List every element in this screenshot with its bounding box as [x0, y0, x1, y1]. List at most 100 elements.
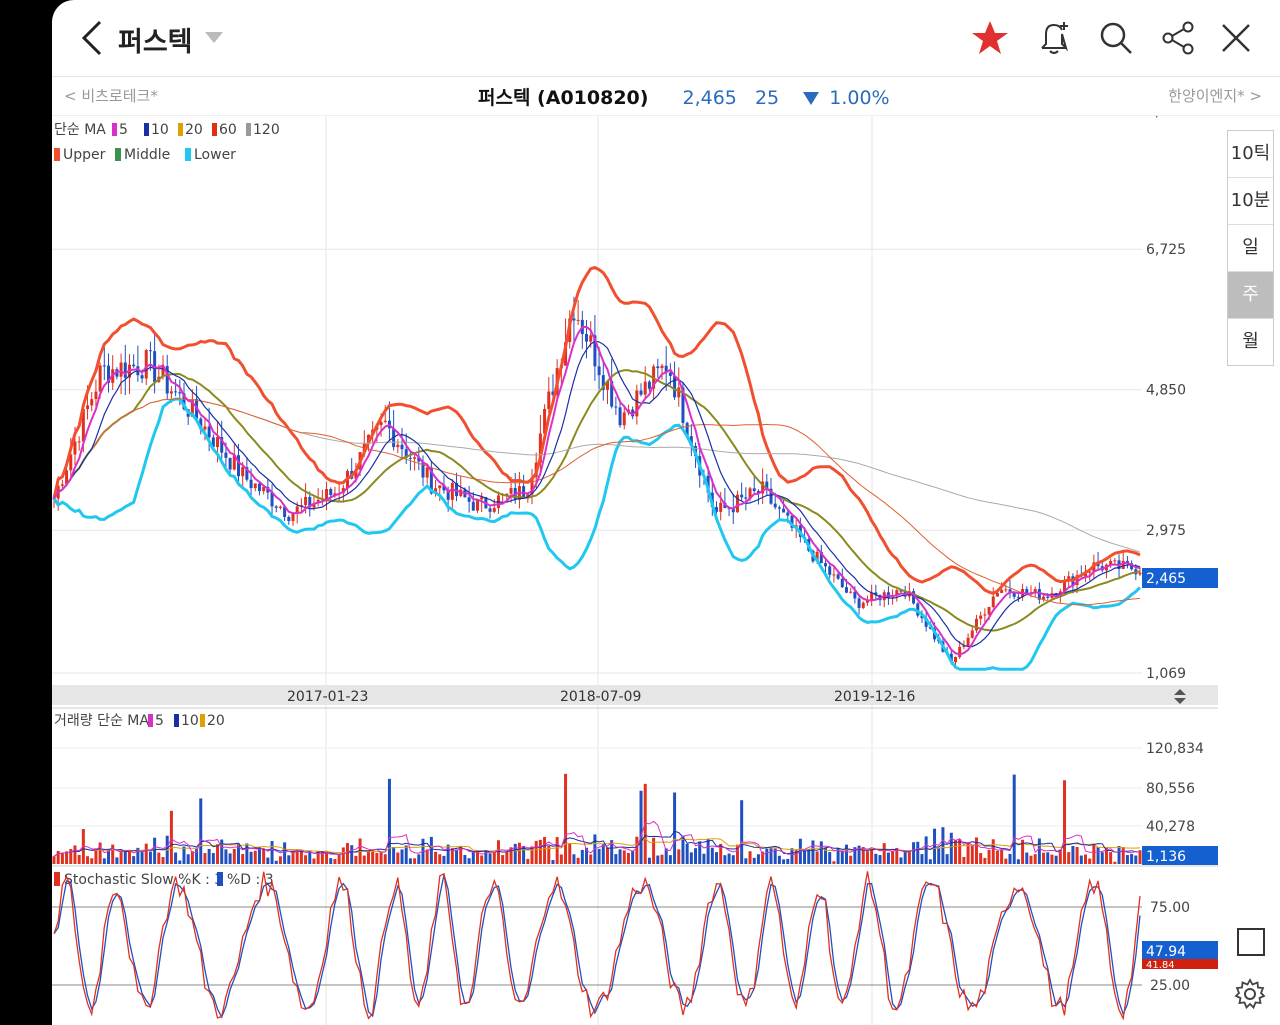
volume-bar	[337, 854, 341, 864]
volume-bar	[1000, 849, 1004, 864]
volume-bar	[480, 855, 484, 864]
candle-body	[408, 457, 412, 459]
volume-bar	[174, 852, 178, 864]
period-button-0[interactable]: 10틱	[1228, 131, 1273, 178]
candle-body	[178, 392, 182, 394]
period-button-1[interactable]: 10분	[1228, 178, 1273, 225]
candle-body	[991, 596, 995, 608]
volume-bar	[677, 849, 681, 864]
period-button-3[interactable]: 주	[1228, 272, 1273, 319]
volume-bar	[1092, 844, 1096, 864]
candle-body	[253, 483, 257, 489]
volume-bar	[660, 854, 664, 864]
volume-bar	[819, 841, 823, 864]
volume-bar	[207, 848, 211, 864]
gear-icon[interactable]	[1233, 977, 1267, 1011]
volume-bar	[52, 856, 56, 864]
volume-bar	[589, 854, 593, 864]
date-axis-label: 2019-12-16	[834, 689, 915, 705]
volume-bar	[605, 847, 609, 864]
period-button-2[interactable]: 일	[1228, 225, 1273, 272]
volume-bar	[945, 854, 949, 864]
volume-bar	[400, 849, 404, 864]
stock-title[interactable]: 퍼스텍	[118, 20, 193, 59]
volume-bar	[970, 846, 974, 864]
candle-body	[383, 420, 387, 422]
candle-body	[325, 489, 329, 500]
volume-bar	[933, 828, 937, 864]
volume-bar	[962, 856, 966, 864]
volume-bar	[98, 842, 102, 864]
volume-bar	[287, 855, 291, 864]
candle-body	[656, 366, 660, 369]
volume-bar	[865, 851, 869, 864]
candle-body	[647, 381, 651, 389]
band-legend-swatch	[185, 148, 191, 161]
volume-bar	[1083, 854, 1087, 864]
volume-bar	[1029, 855, 1033, 864]
candle-body	[576, 319, 580, 321]
ma-legend-swatch	[246, 123, 251, 136]
candle-body	[467, 497, 471, 502]
volume-bar	[312, 858, 316, 864]
volume-bar	[568, 843, 572, 864]
volume-bar	[346, 843, 350, 864]
volume-bar	[564, 773, 568, 864]
volume-bar	[379, 852, 383, 864]
volume-bar	[878, 855, 882, 864]
candle-body	[60, 484, 64, 486]
bell-plus-icon[interactable]	[1034, 18, 1074, 58]
stock-nav-bar: < 비츠로테크* 퍼스텍 (A010820) 2,465 25 1.00% 한양…	[52, 77, 1280, 116]
star-icon[interactable]	[970, 18, 1010, 58]
chart-area[interactable]: 8,570 6,725 4,850 2,975 1,069 단순 MA 5 10 20 60 120…	[52, 104, 1218, 1025]
volume-bar	[387, 778, 391, 864]
stoch-d-tag: 41.84	[1146, 960, 1175, 971]
stock-chart[interactable]: 8,570 6,725 4,850 2,975 1,069 단순 MA 5 10 20 60 120…	[52, 104, 1218, 1025]
candle-body	[241, 467, 245, 477]
volume-bar	[178, 860, 182, 864]
volume-bar	[803, 850, 807, 864]
volume-bar	[182, 846, 186, 864]
change-percent: 1.00%	[829, 87, 890, 109]
dropdown-caret-icon[interactable]	[205, 32, 223, 43]
app-screen: 퍼스텍 < 비츠로테크* 퍼스텍 (A010820) 2,465 25 1.00…	[52, 0, 1280, 1025]
volume-bar	[706, 838, 710, 864]
volume-bar	[1016, 859, 1020, 864]
candle-body	[132, 364, 136, 367]
chevron-left-icon[interactable]	[78, 18, 108, 58]
volume-bar	[413, 858, 417, 864]
volume-bar	[1025, 852, 1029, 864]
candle-body	[572, 318, 576, 321]
prev-stock-link[interactable]: < 비츠로테크*	[64, 85, 158, 106]
volume-bar	[828, 852, 832, 864]
close-icon[interactable]	[1216, 18, 1256, 58]
candle-body	[413, 457, 417, 459]
candle-body	[547, 391, 551, 409]
volume-bar	[350, 845, 354, 864]
volume-bar	[782, 859, 786, 864]
volume-bar	[1033, 854, 1037, 864]
volume-bar	[304, 855, 308, 864]
bollinger-middle-line	[53, 369, 1141, 632]
volume-axis-label: 120,834	[1146, 741, 1204, 757]
share-icon[interactable]	[1158, 18, 1198, 58]
volume-bar	[253, 850, 257, 864]
price-axis-label: 6,725	[1146, 242, 1186, 258]
volume-bar	[832, 861, 836, 864]
volume-bar	[438, 854, 442, 864]
volume-bar	[916, 841, 920, 864]
candle-body	[597, 366, 601, 376]
next-stock-link[interactable]: 한양이엔지* >	[1168, 85, 1262, 106]
volume-bar	[849, 855, 853, 864]
volume-bar	[924, 836, 928, 864]
volume-bar	[455, 849, 459, 864]
stoch-axis-label: 25.00	[1150, 978, 1190, 994]
volume-legend-item: 20	[207, 713, 225, 729]
candle-body	[329, 489, 333, 496]
search-icon[interactable]	[1096, 18, 1136, 58]
period-button-4[interactable]: 월	[1228, 319, 1273, 365]
candle-body	[660, 365, 664, 369]
fullscreen-toggle-icon[interactable]	[1237, 928, 1265, 956]
current-price: 2,465	[682, 87, 737, 109]
ma10-line	[53, 340, 1141, 648]
